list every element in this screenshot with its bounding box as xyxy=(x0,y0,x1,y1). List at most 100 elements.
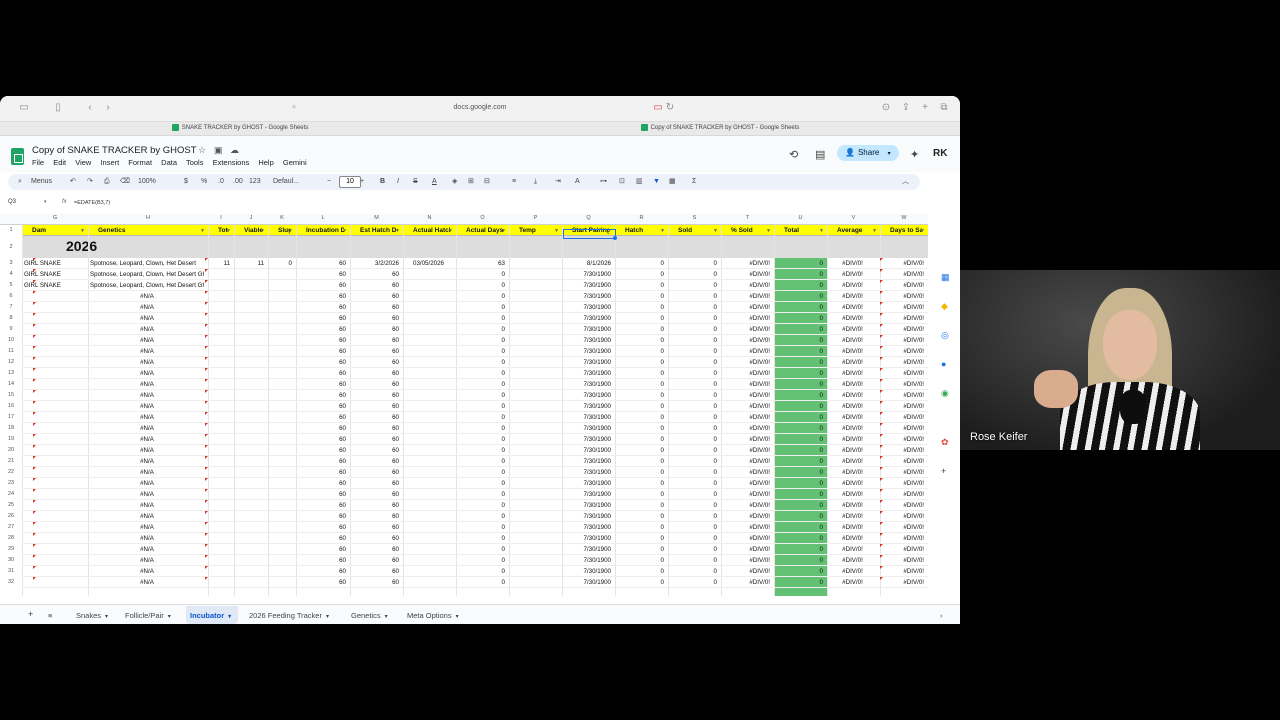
cell-m9[interactable]: 60 xyxy=(352,326,399,333)
row-number[interactable]: 20 xyxy=(0,447,22,453)
spreadsheet-grid[interactable]: 2026 Dam▼Genetics▼Tota▼Viable▼Slugs▼Incu… xyxy=(0,225,928,596)
row-number[interactable]: 27 xyxy=(0,524,22,530)
cell-h6[interactable]: #N/A xyxy=(90,293,204,300)
cell-s29[interactable]: 0 xyxy=(670,546,717,553)
cell-w7[interactable]: #DIV/0! xyxy=(882,304,924,311)
row-number[interactable]: 31 xyxy=(0,568,22,574)
cell-q31[interactable]: 7/30/1900 xyxy=(564,568,611,575)
filter-dropdown-icon[interactable]: ▼ xyxy=(920,228,925,234)
cell-o5[interactable]: 0 xyxy=(458,282,505,289)
increase-decimal[interactable]: .00 xyxy=(233,177,243,187)
row-number[interactable]: 30 xyxy=(0,557,22,563)
cell-l20[interactable]: 60 xyxy=(298,447,346,454)
cell-v3[interactable]: #DIV/0! xyxy=(829,260,876,267)
maps-icon[interactable]: ◉ xyxy=(941,388,949,399)
decrease-font-icon[interactable]: − xyxy=(327,177,331,187)
cell-s15[interactable]: 0 xyxy=(670,392,717,399)
cell-m11[interactable]: 60 xyxy=(352,348,399,355)
cell-s8[interactable]: 0 xyxy=(670,315,717,322)
cell-h30[interactable]: #N/A xyxy=(90,557,204,564)
cell-w4[interactable]: #DIV/0! xyxy=(882,271,924,278)
cell-m19[interactable]: 60 xyxy=(352,436,399,443)
cell-q11[interactable]: 7/30/1900 xyxy=(564,348,611,355)
cell-h19[interactable]: #N/A xyxy=(90,436,204,443)
column-header-o[interactable]: O xyxy=(456,215,509,221)
redo-icon[interactable]: ↷ xyxy=(87,177,93,187)
menu-extensions[interactable]: Extensions xyxy=(213,158,250,167)
row-number[interactable]: 17 xyxy=(0,414,22,420)
row-number[interactable]: 25 xyxy=(0,502,22,508)
cell-h13[interactable]: #N/A xyxy=(90,370,204,377)
row-number[interactable]: 8 xyxy=(0,315,22,321)
comment-marker[interactable] xyxy=(205,357,208,360)
add-sheet-icon[interactable]: + xyxy=(28,609,33,619)
cell-h7[interactable]: #N/A xyxy=(90,304,204,311)
cell-o13[interactable]: 0 xyxy=(458,370,505,377)
cell-v30[interactable]: #DIV/0! xyxy=(829,557,876,564)
search-icon[interactable]: ⌕ xyxy=(18,177,22,187)
cell-l30[interactable]: 60 xyxy=(298,557,346,564)
cell-v9[interactable]: #DIV/0! xyxy=(829,326,876,333)
cell-m24[interactable]: 60 xyxy=(352,491,399,498)
comment-marker[interactable] xyxy=(205,577,208,580)
cell-q5[interactable]: 7/30/1900 xyxy=(564,282,611,289)
cell-q25[interactable]: 7/30/1900 xyxy=(564,502,611,509)
filter-dropdown-icon[interactable]: ▼ xyxy=(288,228,293,234)
cell-w24[interactable]: #DIV/0! xyxy=(882,491,924,498)
cell-t16[interactable]: #DIV/0! xyxy=(723,403,770,410)
paint-format-icon[interactable]: ⌫ xyxy=(120,177,130,187)
cell-s13[interactable]: 0 xyxy=(670,370,717,377)
cell-h4[interactable]: Spotnose, Leopard, Clown, Het Desert Gho… xyxy=(90,271,204,278)
cell-u22[interactable]: 0 xyxy=(776,469,823,476)
filter-dropdown-icon[interactable]: ▼ xyxy=(713,228,718,234)
cell-t13[interactable]: #DIV/0! xyxy=(723,370,770,377)
fill-handle[interactable] xyxy=(613,236,617,240)
cell-r30[interactable]: 0 xyxy=(617,557,664,564)
cell-u9[interactable]: 0 xyxy=(776,326,823,333)
cell-o24[interactable]: 0 xyxy=(458,491,505,498)
comment-marker[interactable] xyxy=(205,280,208,283)
cell-v16[interactable]: #DIV/0! xyxy=(829,403,876,410)
cell-v5[interactable]: #DIV/0! xyxy=(829,282,876,289)
cell-m13[interactable]: 60 xyxy=(352,370,399,377)
row-number[interactable]: 11 xyxy=(0,348,22,354)
cell-l8[interactable]: 60 xyxy=(298,315,346,322)
gemini-icon[interactable]: ✦ xyxy=(910,148,919,161)
bold-icon[interactable]: B xyxy=(380,177,385,187)
cell-j3[interactable]: 11 xyxy=(236,260,264,267)
cell-q28[interactable]: 7/30/1900 xyxy=(564,535,611,542)
cell-m23[interactable]: 60 xyxy=(352,480,399,487)
cell-n3[interactable]: 03/05/2026 xyxy=(405,260,452,267)
cell-m31[interactable]: 60 xyxy=(352,568,399,575)
cell-o31[interactable]: 0 xyxy=(458,568,505,575)
cell-l24[interactable]: 60 xyxy=(298,491,346,498)
cell-s19[interactable]: 0 xyxy=(670,436,717,443)
header-cell-l[interactable]: Incubation D xyxy=(306,227,344,234)
cell-v26[interactable]: #DIV/0! xyxy=(829,513,876,520)
traffic-lights-icon[interactable]: ▭ xyxy=(18,103,30,113)
row-number[interactable]: 7 xyxy=(0,304,22,310)
filter-dropdown-icon[interactable]: ▼ xyxy=(395,228,400,234)
cell-q6[interactable]: 7/30/1900 xyxy=(564,293,611,300)
cell-l28[interactable]: 60 xyxy=(298,535,346,542)
cell-l23[interactable]: 60 xyxy=(298,480,346,487)
cell-h23[interactable]: #N/A xyxy=(90,480,204,487)
cell-l10[interactable]: 60 xyxy=(298,337,346,344)
cell-u30[interactable]: 0 xyxy=(776,557,823,564)
cell-r20[interactable]: 0 xyxy=(617,447,664,454)
column-header-i[interactable]: I xyxy=(208,215,234,221)
cell-l27[interactable]: 60 xyxy=(298,524,346,531)
cell-o29[interactable]: 0 xyxy=(458,546,505,553)
cell-v17[interactable]: #DIV/0! xyxy=(829,414,876,421)
cell-t29[interactable]: #DIV/0! xyxy=(723,546,770,553)
cell-t20[interactable]: #DIV/0! xyxy=(723,447,770,454)
cell-l11[interactable]: 60 xyxy=(298,348,346,355)
font-size-input[interactable]: 10 xyxy=(339,176,361,188)
row-number[interactable]: 10 xyxy=(0,337,22,343)
version-history-icon[interactable]: ⟲ xyxy=(789,148,798,161)
comment-marker[interactable] xyxy=(33,522,36,525)
cell-t14[interactable]: #DIV/0! xyxy=(723,381,770,388)
cell-t24[interactable]: #DIV/0! xyxy=(723,491,770,498)
cell-h10[interactable]: #N/A xyxy=(90,337,204,344)
currency-format[interactable]: $ xyxy=(184,177,188,187)
